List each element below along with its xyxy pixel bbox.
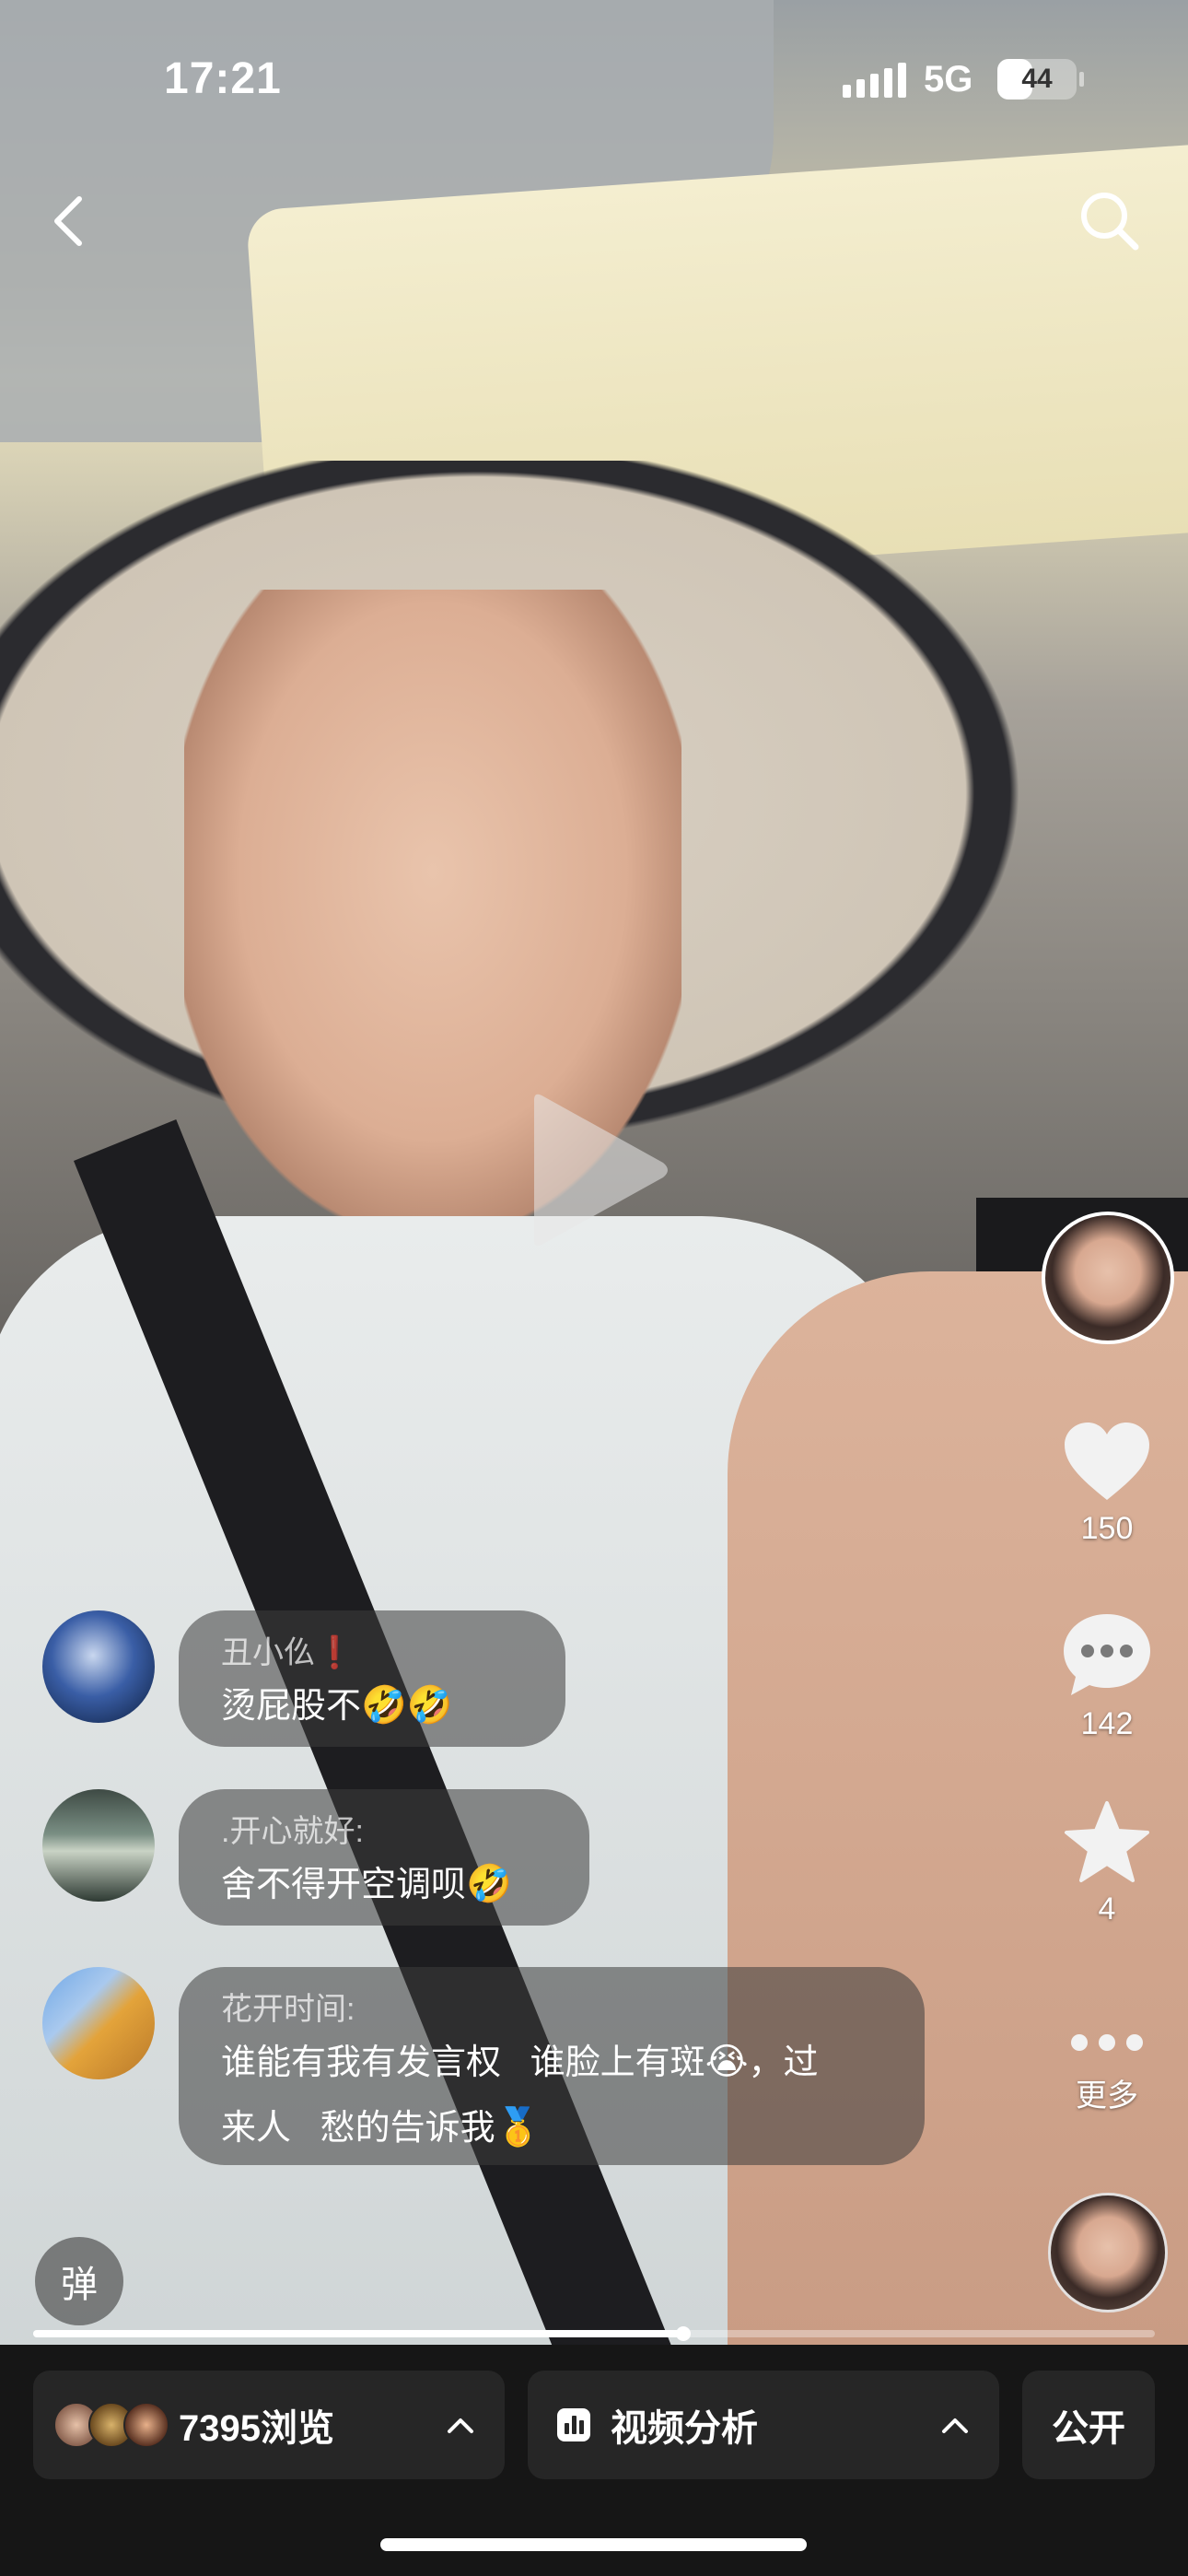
comment-bubble-icon [1064,1614,1150,1695]
comment-text-body: 谁能有我有发言权 谁脸上有斑 [221,2043,705,2082]
signal-icon [843,61,906,98]
network-type: 5G [924,59,973,100]
emoji-icon: 🥇 [495,2107,542,2148]
more-button[interactable]: 更多 [1038,2022,1176,2115]
comment-text-body: 来人 愁的告诉我 [221,2109,495,2148]
commenter-avatar[interactable] [42,1967,155,2079]
comment-count: 142 [1080,1706,1134,1741]
music-disc-avatar[interactable] [1048,2193,1168,2313]
status-time: 17:21 [164,54,282,103]
viewer-avatars [53,2397,179,2453]
comment-bubble: .开心就好: 舍不得开空调呗🤣 [179,1789,589,1926]
comment-text-body: ，过 [748,2043,819,2082]
emoji-icon: 😭 [705,2042,749,2082]
views-button[interactable]: 7395浏览 [33,2371,505,2479]
comment-text-body: 烫屁股不 [221,1687,362,1726]
video-analysis-button[interactable]: 视频分析 [528,2371,999,2479]
commenter-avatar[interactable] [42,1789,155,1902]
viewer-avatar [123,2402,169,2448]
more-label: 更多 [1076,2078,1138,2113]
like-button[interactable]: 150 [1038,1419,1176,1547]
commenter-avatar[interactable] [42,1610,155,1723]
comment-text: 舍不得开空调呗🤣 [221,1852,549,1917]
views-count: 7395浏览 [179,2408,334,2449]
creator-avatar[interactable] [1042,1212,1174,1344]
search-button[interactable] [1073,184,1147,258]
favorite-button[interactable]: 4 [1038,1799,1176,1927]
bar-chart-icon [557,2408,590,2441]
back-button[interactable] [37,184,101,258]
comment-bubble: 丑小仫❗ 烫屁股不🤣🤣 [179,1610,565,1747]
comment-username: .开心就好: [221,1814,364,1849]
progress-fill [33,2330,684,2337]
comment-username: 丑小仫❗ [221,1635,355,1670]
battery-level: 44 [1021,64,1053,94]
heart-icon [1065,1423,1149,1500]
video-analysis-label: 视频分析 [611,2408,758,2449]
like-count: 150 [1080,1511,1134,1546]
visibility-label: 公开 [1052,2408,1125,2449]
chevron-up-icon [448,2418,473,2433]
search-icon [1081,193,1139,251]
comment-button[interactable]: 142 [1038,1610,1176,1742]
comment-text: 烫屁股不🤣🤣 [221,1673,525,1739]
danmu-toggle-button[interactable]: 弹 [35,2237,123,2325]
chevron-up-icon [942,2418,968,2433]
play-icon[interactable] [516,1087,672,1253]
danmu-label: 弹 [61,2265,98,2305]
chevron-left-icon [54,196,82,246]
comment-text-body: 舍不得开空调呗 [221,1866,467,1904]
visibility-public-button[interactable]: 公开 [1022,2371,1155,2479]
comment-username: 花开时间: [221,1992,355,2027]
emoji-icon: 🤣🤣 [361,1685,453,1726]
comment-text: 谁能有我有发言权 谁脸上有斑😭，过来人 愁的告诉我🥇 [221,2030,884,2160]
home-indicator[interactable] [380,2538,807,2551]
battery-icon: 44 [997,59,1077,100]
favorite-count: 4 [1098,1891,1116,1926]
comment-bubble: 花开时间: 谁能有我有发言权 谁脸上有斑😭，过来人 愁的告诉我🥇 [179,1967,925,2165]
star-icon [1065,1801,1149,1882]
battery-cap [1079,72,1084,87]
video-progress-bar[interactable] [33,2326,1155,2341]
emoji-icon: 🤣 [466,1864,512,1904]
more-dots-icon [1071,2034,1143,2051]
